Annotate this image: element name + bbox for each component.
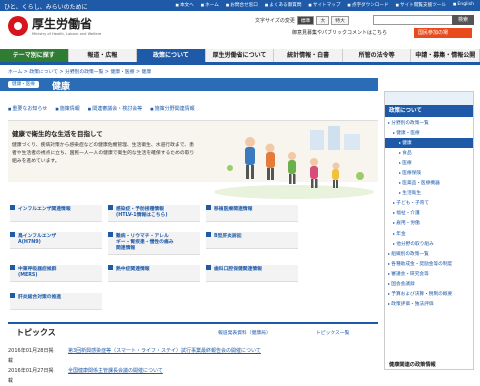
- nav-policy[interactable]: 政策について: [137, 49, 206, 62]
- list-item: 2016年01月28日掲載 第3回新興感染症等（スマート・ライフ・ステイ）試行事業…: [8, 346, 378, 366]
- sidebar-item[interactable]: 医薬品・医療機器: [385, 178, 473, 188]
- news-link[interactable]: 第3回新興感染症等（スマート・ライフ・ステイ）試行事業最終報告会の開催について: [68, 346, 261, 366]
- ministry-logo-icon: [8, 15, 28, 36]
- sidebar-item[interactable]: 政策評価・独法評価: [385, 299, 473, 309]
- topics-list-link[interactable]: トピックス一覧: [316, 329, 349, 336]
- news-link[interactable]: 全国健康関係主管課長会議の開催について: [68, 366, 163, 386]
- tile-dental[interactable]: 歯科口腔保健関連情報: [206, 265, 298, 282]
- sidebar-footer-heading: 健康関連の政策情報: [389, 362, 436, 368]
- nav-laws[interactable]: 所管の法令等: [342, 49, 412, 62]
- list-item: 2016年01月27日掲載 全国健康関係主管課長会議の開催について: [8, 366, 378, 386]
- font-size-label: 文字サイズの変更: [255, 18, 295, 24]
- sidebar: 政策について 分野別の政策一覧健康・医療健康食品医療医療保険医薬品・医療機器生活…: [384, 91, 474, 370]
- utility-bar: ひと、くらし、みらいのために 本文へ ホーム お問合せ窓口 よくある御質問 サイ…: [0, 0, 480, 11]
- sidebar-item[interactable]: 組織別の政策一覧: [385, 249, 473, 259]
- global-nav: テーマ別に探す 報道・広報 政策について 厚生労働省について 統計情報・白書 所…: [0, 49, 480, 65]
- sidebar-item[interactable]: 予算および決算・税制の概要: [385, 289, 473, 299]
- intro-heading: 健康で衛生的な生活を目指して: [12, 130, 103, 138]
- site-logo[interactable]: 厚生労働省 Ministry of Health, Labour and Wel…: [8, 15, 101, 36]
- nav-applications[interactable]: 申請・募集・情報公開: [411, 49, 480, 62]
- sidebar-heading: 政策について: [385, 105, 473, 117]
- intro-text: 健康づくり、疾病対策から感染症などの健康危機管理、生活衛生、水道行政まで、患者や…: [12, 143, 195, 164]
- nav-theme[interactable]: テーマ別に探す: [0, 49, 69, 62]
- tile-label-sub: 関連情報: [116, 246, 136, 251]
- nav-statistics[interactable]: 統計情報・白書: [274, 49, 343, 62]
- tile-label: 歯科口腔保健関連情報: [214, 267, 262, 272]
- link-skip-to-content[interactable]: 本文へ: [176, 2, 194, 8]
- link-home[interactable]: ホーム: [201, 2, 219, 8]
- topics-list: 2016年01月28日掲載 第3回新興感染症等（スマート・ライフ・ステイ）試行事業…: [8, 346, 378, 386]
- page-header: 健康・医療 健康: [0, 78, 378, 92]
- sidebar-item[interactable]: 健康・医療: [385, 128, 473, 138]
- tile-label: 熱中症関連情報: [116, 267, 150, 272]
- sidebar-item[interactable]: 食品: [385, 148, 473, 158]
- sidebar-item[interactable]: 福祉・介護: [385, 208, 473, 218]
- tile-label-sub: (HTLV-1情報はこちら): [116, 213, 168, 218]
- link-braille[interactable]: 点字ダウンロード: [347, 2, 389, 8]
- utility-links: 本文へ ホーム お問合せ窓口 よくある御質問 サイトマップ 点字ダウンロード サ…: [176, 2, 474, 8]
- sidebar-item[interactable]: 生活衛生: [385, 188, 473, 198]
- tile-intractable-disease[interactable]: 難病・リウマチ・アレル ギー・腎疾患・慢性の痛み 関連情報: [108, 232, 200, 255]
- tile-bird-flu[interactable]: 鳥インフルエンザ A(H7N9): [10, 232, 102, 249]
- section-tabs: 重要なお知らせ 施策情報 関連審議会・検討会等 施策分野関連情報: [8, 105, 195, 112]
- tile-label: 肝炎総合対策の推進: [18, 295, 62, 300]
- sidebar-item[interactable]: 健康: [385, 138, 473, 149]
- tagline: ひと、くらし、みらいのために: [4, 4, 88, 11]
- tile-label: インフルエンザ関連情報: [18, 207, 71, 212]
- sidebar-item[interactable]: 国会会議録: [385, 279, 473, 289]
- sidebar-item[interactable]: 医療保険: [385, 168, 473, 178]
- font-size-xlarge[interactable]: 特大: [331, 16, 349, 25]
- tile-label-sub: A(H7N9): [18, 240, 41, 245]
- nav-about[interactable]: 厚生労働省について: [205, 49, 275, 62]
- sidebar-item[interactable]: 年金: [385, 229, 473, 239]
- breadcrumb[interactable]: ホーム > 政策について > 分野別の政策一覧 > 健康・医療 > 健康: [8, 68, 151, 75]
- link-accessibility[interactable]: サイト閲覧支援ツール: [396, 2, 446, 8]
- sidebar-item[interactable]: 審議会・研究会等: [385, 269, 473, 279]
- logo-english: Ministry of Health, Labour and Welfare: [32, 32, 102, 36]
- tile-hepatitis[interactable]: 肝炎総合対策の推進: [10, 293, 102, 310]
- sidebar-item[interactable]: 各種助成金・奨励金等の制度: [385, 259, 473, 269]
- font-size-control: 文字サイズの変更 標準 大 特大: [255, 16, 349, 25]
- tile-mers[interactable]: 中東呼吸器症候群 (MERS): [10, 265, 102, 282]
- tile-infectious-disease[interactable]: 感染症・予防接種情報 (HTLV-1情報はこちら): [108, 205, 200, 222]
- tile-label-sub: (MERS): [18, 273, 38, 278]
- tile-heatstroke[interactable]: 熱中症関連情報: [108, 265, 200, 282]
- sidebar-item[interactable]: 他分野の取り組み: [385, 239, 473, 249]
- category-badge: 健康・医療: [8, 81, 39, 88]
- healthy-life-illustration: [214, 126, 374, 199]
- sidebar-item[interactable]: 医療: [385, 158, 473, 168]
- tile-influenza[interactable]: インフルエンザ関連情報: [10, 205, 102, 222]
- tab-important-notices[interactable]: 重要なお知らせ: [8, 105, 47, 112]
- sidebar-banner: [385, 92, 473, 105]
- tile-label: 移植医療関連情報: [214, 207, 253, 212]
- page-title: 健康: [52, 82, 71, 92]
- sidebar-item[interactable]: 子ども・子育て: [385, 198, 473, 208]
- font-size-standard[interactable]: 標準: [296, 16, 315, 25]
- nav-press[interactable]: 報道・広報: [68, 49, 138, 62]
- sidebar-menu: 分野別の政策一覧健康・医療健康食品医療医療保険医薬品・医療機器生活衛生子ども・子…: [385, 118, 473, 309]
- news-date: 2016年01月27日掲載: [8, 368, 54, 384]
- font-size-large[interactable]: 大: [316, 16, 330, 25]
- news-date: 2016年01月28日掲載: [8, 348, 54, 364]
- tile-transplant[interactable]: 移植医療関連情報: [206, 205, 298, 222]
- tab-councils[interactable]: 関連審議会・検討会等: [88, 105, 142, 112]
- topics-title: トピックス: [16, 328, 56, 337]
- citizen-participation-button[interactable]: 国民参加の場: [414, 28, 472, 38]
- tile-hepatitis-b[interactable]: B型肝炎訴訟: [206, 232, 298, 249]
- tab-policy-info[interactable]: 施策情報: [55, 105, 80, 112]
- logo-text: 厚生労働省: [32, 17, 93, 31]
- search-input[interactable]: [373, 15, 453, 25]
- public-comment-link[interactable]: 御意見募集やパブリックコメントはこちら: [292, 29, 387, 36]
- tab-related-info[interactable]: 施策分野関連情報: [150, 105, 195, 112]
- search-button[interactable]: 検索: [452, 15, 474, 25]
- link-contact[interactable]: お問合せ窓口: [226, 2, 258, 8]
- link-english[interactable]: English: [453, 2, 474, 8]
- link-faq[interactable]: よくある御質問: [265, 2, 301, 8]
- sidebar-item[interactable]: 分野別の政策一覧: [385, 118, 473, 128]
- tile-label: B型肝炎訴訟: [214, 234, 242, 239]
- topics-header: トピックス 報道発表資料（健康局） トピックス一覧: [8, 322, 378, 337]
- sidebar-item[interactable]: 雇用・労働: [385, 218, 473, 228]
- link-sitemap[interactable]: サイトマップ: [308, 2, 341, 8]
- press-release-link[interactable]: 報道発表資料（健康局）: [218, 329, 271, 336]
